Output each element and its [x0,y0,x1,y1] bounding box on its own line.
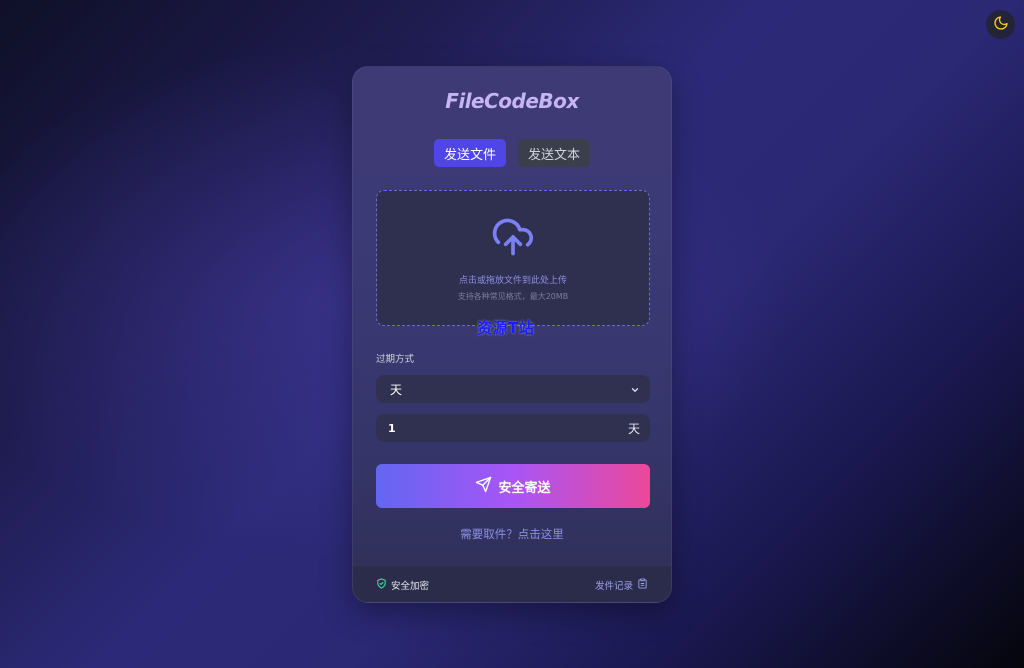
upload-subtitle: 支持各种常见格式，最大20MB [457,292,569,301]
secure-badge: 安全加密 [376,578,429,592]
expiry-amount-input[interactable]: 1 天 [376,414,650,442]
app-logo: FileCodeBox [445,89,579,113]
expiry-method-select[interactable]: 天 [376,375,650,403]
send-history-label: 发件记录 [594,581,633,592]
secure-label: 安全加密 [391,581,430,592]
upload-title: 点击或拖放文件到此处上传 [458,276,567,286]
clipboard-icon [637,578,648,592]
tab-send-text[interactable]: 发送文本 [518,139,591,167]
cloud-upload-icon [491,215,535,263]
upload-dropzone[interactable]: 点击或拖放文件到此处上传 支持各种常见格式，最大20MB [376,190,650,326]
secure-send-label: 安全寄送 [498,480,551,496]
watermark-text: 资源T站 [477,319,535,337]
card-footer: 安全加密 发件记录 [353,565,671,602]
tab-send-file[interactable]: 发送文件 [433,139,506,167]
shield-check-icon [376,578,387,592]
send-card: FileCodeBox 发送文件 发送文本 点击或拖放文件到此处上传 支持各种常… [352,66,672,603]
send-history-link[interactable]: 发件记录 [595,578,648,592]
retrieve-link[interactable]: 需要取件？点击这里 [353,526,671,542]
expiry-amount-value: 1 [388,421,396,435]
send-icon [475,476,492,497]
chevron-down-icon [630,380,640,399]
secure-send-button[interactable]: 安全寄送 [376,464,650,508]
moon-icon [993,15,1009,35]
expiry-label: 过期方式 [376,354,415,365]
tab-bar: 发送文件 发送文本 [353,139,671,167]
expiry-method-value: 天 [390,382,403,397]
theme-toggle-button[interactable] [986,10,1015,39]
expiry-amount-unit: 天 [627,421,640,436]
